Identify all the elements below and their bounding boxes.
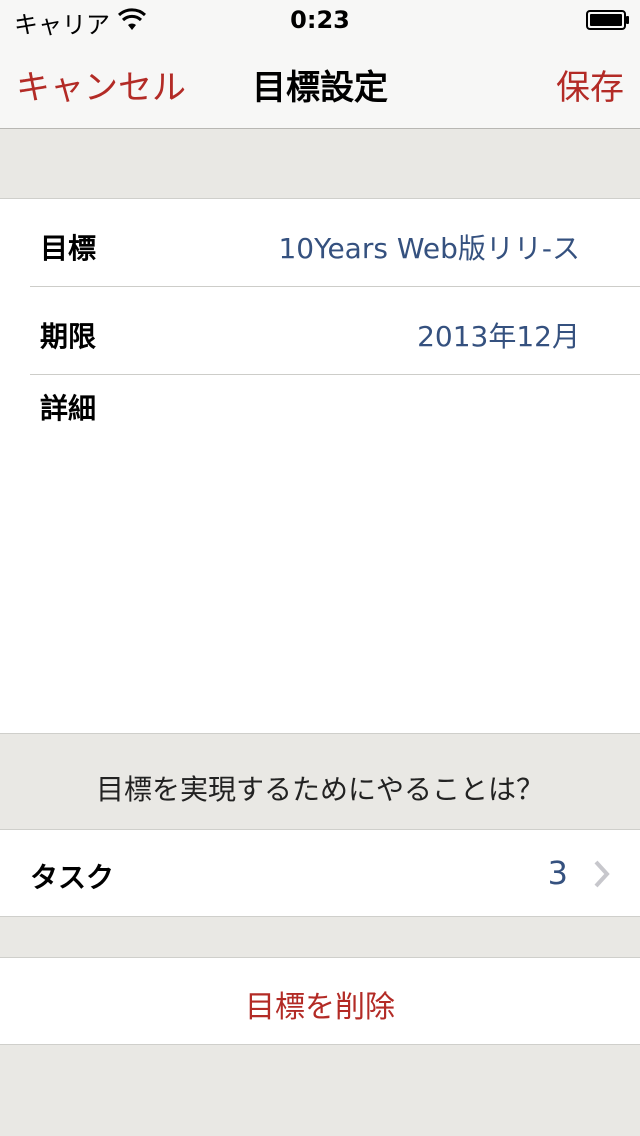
battery-icon: [586, 10, 629, 30]
goal-value[interactable]: 10Years Web版リリ-ス: [278, 227, 580, 267]
page-title: 目標設定: [252, 68, 388, 108]
detail-row[interactable]: 詳細: [0, 375, 640, 731]
save-button[interactable]: 保存: [556, 60, 624, 109]
task-label: タスク: [30, 861, 115, 894]
deadline-label: 期限: [40, 320, 97, 353]
deadline-row[interactable]: 期限 2013年12月: [0, 287, 640, 375]
goal-row[interactable]: 目標 10Years Web版リリ-ス: [0, 199, 640, 287]
status-time: 0:23: [290, 6, 350, 34]
deadline-value[interactable]: 2013年12月: [417, 315, 580, 355]
task-row[interactable]: タスク 3: [0, 829, 640, 917]
goal-label: 目標: [40, 232, 97, 265]
task-section-header: 目標を実現するためにやることは？: [95, 773, 544, 806]
delete-goal-label: 目標を削除: [245, 990, 395, 1025]
chevron-right-icon: [594, 860, 610, 888]
task-count: 3: [547, 854, 568, 892]
delete-goal-button[interactable]: 目標を削除: [0, 957, 640, 1045]
goal-form: 目標 10Years Web版リリ-ス 期限 2013年12月 詳細: [0, 198, 640, 734]
navigation-bar: キャンセル 目標設定 保存: [0, 40, 640, 129]
detail-label: 詳細: [40, 392, 97, 425]
status-bar: キャリア 0:23: [0, 0, 640, 40]
